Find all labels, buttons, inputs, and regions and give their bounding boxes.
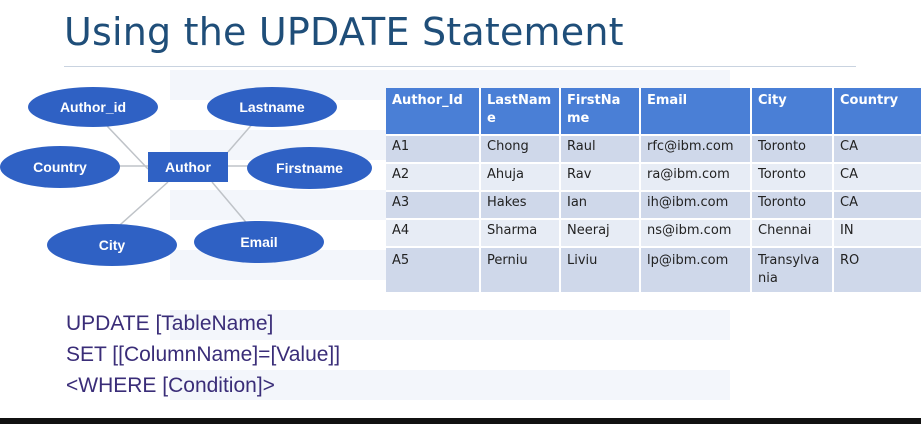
table-cell: A3 bbox=[386, 190, 481, 219]
syntax-line-set: SET [[ColumnName]=[Value]] bbox=[66, 343, 341, 366]
syntax-line-update: UPDATE [TableName] bbox=[66, 312, 274, 335]
table-cell: Rav bbox=[560, 162, 641, 191]
table-cell: CA bbox=[833, 162, 921, 191]
table-cell: CA bbox=[833, 134, 921, 163]
table-cell: A5 bbox=[386, 246, 481, 292]
table-cell: rfc@ibm.com bbox=[640, 134, 752, 163]
table-cell: Raul bbox=[560, 134, 641, 163]
slide: Using the UPDATE Statement Author_id Las… bbox=[0, 0, 921, 424]
table-cell: Ian bbox=[560, 190, 641, 219]
table-cell: Liviu bbox=[560, 246, 641, 292]
table-cell: Transylvania bbox=[751, 246, 834, 292]
column-header: City bbox=[751, 88, 834, 135]
bottom-bar bbox=[0, 418, 921, 424]
table-cell: Sharma bbox=[480, 218, 561, 247]
update-syntax: UPDATE [TableName] SET [[ColumnName]=[Va… bbox=[66, 308, 340, 401]
table-cell: Hakes bbox=[480, 190, 561, 219]
table-cell: ra@ibm.com bbox=[640, 162, 752, 191]
attribute-author-id: Author_id bbox=[28, 87, 158, 127]
table-row: A1 Chong Raul rfc@ibm.com Toronto CA bbox=[386, 134, 921, 163]
attribute-firstname: Firstname bbox=[247, 147, 372, 189]
attribute-lastname: Lastname bbox=[207, 87, 337, 127]
er-diagram: Author_id Lastname Country Author Firstn… bbox=[0, 70, 380, 295]
table-cell: A2 bbox=[386, 162, 481, 191]
table-cell: A4 bbox=[386, 218, 481, 247]
column-header: LastName bbox=[480, 88, 561, 135]
table-row: A5 Perniu Liviu lp@ibm.com Transylvania … bbox=[386, 246, 921, 292]
title-divider bbox=[64, 66, 856, 67]
authors-table-container: Author_Id LastName FirstName Email City … bbox=[386, 88, 921, 292]
table-cell: CA bbox=[833, 190, 921, 219]
table-cell: Toronto bbox=[751, 134, 834, 163]
table-cell: Toronto bbox=[751, 190, 834, 219]
table-cell: Ahuja bbox=[480, 162, 561, 191]
attribute-email: Email bbox=[194, 221, 324, 263]
table-cell: RO bbox=[833, 246, 921, 292]
table-cell: IN bbox=[833, 218, 921, 247]
attribute-country: Country bbox=[0, 146, 120, 188]
table-header-row: Author_Id LastName FirstName Email City … bbox=[386, 88, 921, 135]
entity-author: Author bbox=[148, 152, 228, 182]
column-header: Email bbox=[640, 88, 752, 135]
column-header: Author_Id bbox=[386, 88, 481, 135]
column-header: FirstName bbox=[560, 88, 641, 135]
table-row: A4 Sharma Neeraj ns@ibm.com Chennai IN bbox=[386, 218, 921, 247]
attribute-city: City bbox=[47, 224, 177, 266]
table-cell: lp@ibm.com bbox=[640, 246, 752, 292]
table-row: A3 Hakes Ian ih@ibm.com Toronto CA bbox=[386, 190, 921, 219]
table-row: A2 Ahuja Rav ra@ibm.com Toronto CA bbox=[386, 162, 921, 191]
table-cell: Chennai bbox=[751, 218, 834, 247]
table-cell: ih@ibm.com bbox=[640, 190, 752, 219]
table-cell: Perniu bbox=[480, 246, 561, 292]
authors-table: Author_Id LastName FirstName Email City … bbox=[386, 88, 921, 292]
table-cell: A1 bbox=[386, 134, 481, 163]
table-cell: ns@ibm.com bbox=[640, 218, 752, 247]
column-header: Country bbox=[833, 88, 921, 135]
syntax-line-where: <WHERE [Condition]> bbox=[66, 374, 275, 397]
table-cell: Neeraj bbox=[560, 218, 641, 247]
table-cell: Chong bbox=[480, 134, 561, 163]
slide-title: Using the UPDATE Statement bbox=[64, 10, 624, 54]
table-cell: Toronto bbox=[751, 162, 834, 191]
